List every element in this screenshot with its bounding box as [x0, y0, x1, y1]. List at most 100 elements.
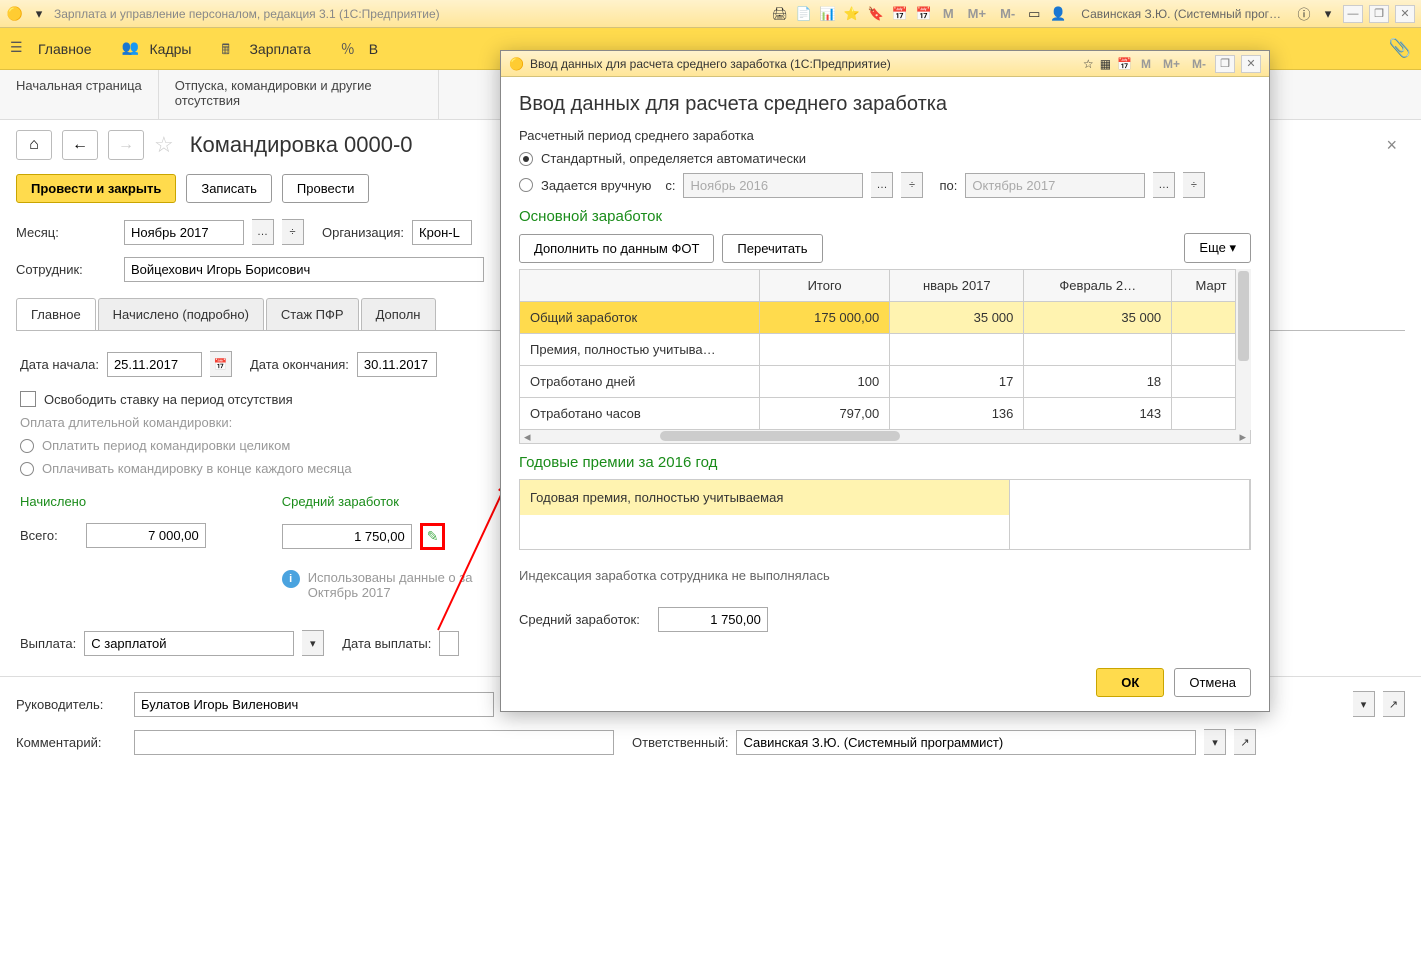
- dialog-memory-m-plus[interactable]: M+: [1163, 57, 1180, 71]
- dropdown-icon[interactable]: ▾: [30, 5, 48, 23]
- to-input[interactable]: [965, 173, 1145, 198]
- dialog-calendar-icon[interactable]: 📅: [1117, 57, 1132, 71]
- dialog-maximize-button[interactable]: ❐: [1215, 55, 1235, 73]
- panel-icon[interactable]: ▭: [1025, 5, 1043, 23]
- from-spinner[interactable]: ÷: [901, 172, 923, 198]
- tab-accrued[interactable]: Начислено (подробно): [98, 298, 264, 330]
- table-vertical-scrollbar[interactable]: [1235, 269, 1251, 430]
- tab-main[interactable]: Главное: [16, 298, 96, 330]
- close-button[interactable]: ✕: [1395, 5, 1415, 23]
- responsible-input[interactable]: [736, 730, 1196, 755]
- payout-dropdown[interactable]: ▾: [302, 630, 324, 656]
- dialog-close-button[interactable]: ✕: [1241, 55, 1261, 73]
- menu-staff[interactable]: 👥 Кадры: [122, 39, 192, 59]
- payout-input[interactable]: [84, 631, 294, 656]
- tab-pfr[interactable]: Стаж ПФР: [266, 298, 359, 330]
- dialog-avg-label: Средний заработок:: [519, 612, 640, 627]
- dialog-grid-icon[interactable]: ▦: [1100, 57, 1111, 71]
- dropdown2-icon[interactable]: ▾: [1319, 5, 1337, 23]
- dialog-memory-m[interactable]: M: [1141, 57, 1151, 71]
- fill-from-fot-button[interactable]: Дополнить по данным ФОТ: [519, 234, 714, 263]
- save-button[interactable]: Записать: [186, 174, 272, 203]
- from-picker[interactable]: …: [871, 172, 893, 198]
- manager-open-button[interactable]: ▾: [1353, 691, 1375, 717]
- favorite-icon[interactable]: ☆: [154, 132, 174, 158]
- maximize-button[interactable]: ❐: [1369, 5, 1389, 23]
- annual-bonus-value[interactable]: [1010, 480, 1250, 515]
- memory-m-plus[interactable]: M+: [968, 6, 986, 21]
- annual-bonus-table[interactable]: Годовая премия, полностью учитываемая: [519, 479, 1251, 550]
- month-input[interactable]: [124, 220, 244, 245]
- forward-button[interactable]: →: [108, 130, 144, 160]
- comment-input[interactable]: [134, 730, 614, 755]
- annual-bonus-label: Годовая премия, полностью учитываемая: [520, 480, 1010, 515]
- row-total-earnings[interactable]: Общий заработок 175 000,00 35 000 35 000: [520, 302, 1251, 334]
- cancel-button[interactable]: Отмена: [1174, 668, 1251, 697]
- tab-start-page[interactable]: Начальная страница: [0, 70, 159, 119]
- org-input[interactable]: [412, 220, 472, 245]
- start-date-picker[interactable]: 📅: [210, 351, 232, 377]
- pin-icon[interactable]: 📎: [1389, 38, 1411, 59]
- radio-period-auto[interactable]: [519, 152, 533, 166]
- doc-icon[interactable]: 📄: [795, 5, 813, 23]
- free-rate-checkbox[interactable]: [20, 391, 36, 407]
- recalc-button[interactable]: Перечитать: [722, 234, 822, 263]
- row-days-worked[interactable]: Отработано дней 100 17 18: [520, 366, 1251, 398]
- month-spinner[interactable]: ÷: [282, 219, 304, 245]
- dialog-app-icon: 🟡: [509, 57, 524, 71]
- pay-whole-radio[interactable]: [20, 439, 34, 453]
- end-date-input[interactable]: [357, 352, 437, 377]
- start-date-input[interactable]: [107, 352, 202, 377]
- employee-input[interactable]: [124, 257, 484, 282]
- row-hours-worked[interactable]: Отработано часов 797,00 136 143: [520, 398, 1251, 430]
- dialog-title: Ввод данных для расчета среднего заработ…: [519, 93, 1251, 116]
- from-input[interactable]: [683, 173, 863, 198]
- tab-additional[interactable]: Дополн: [361, 298, 436, 330]
- calendar2-icon[interactable]: 📅: [915, 5, 933, 23]
- to-picker[interactable]: …: [1153, 172, 1175, 198]
- pay-monthly-radio[interactable]: [20, 462, 34, 476]
- manager-input[interactable]: [134, 692, 494, 717]
- calc-icon[interactable]: 📊: [819, 5, 837, 23]
- percent-icon: ％: [341, 39, 361, 59]
- more-button[interactable]: Еще ▾: [1184, 233, 1251, 263]
- menu-salary[interactable]: 🖩 Зарплата: [221, 39, 310, 59]
- dialog-star-icon[interactable]: ☆: [1083, 57, 1094, 71]
- responsible-dropdown[interactable]: ▾: [1204, 729, 1226, 755]
- to-spinner[interactable]: ÷: [1183, 172, 1205, 198]
- menu-more[interactable]: ％ В: [341, 39, 378, 59]
- ok-button[interactable]: ОК: [1096, 668, 1164, 697]
- responsible-external-button[interactable]: ↗: [1234, 729, 1256, 755]
- info-line2: Октябрь 2017: [308, 585, 473, 600]
- calendar1-icon[interactable]: 📅: [891, 5, 909, 23]
- post-button[interactable]: Провести: [282, 174, 370, 203]
- tab-absences[interactable]: Отпуска, командировки и другие отсутстви…: [159, 70, 439, 119]
- total-input[interactable]: [86, 523, 206, 548]
- month-picker-button[interactable]: …: [252, 219, 274, 245]
- home-button[interactable]: ⌂: [16, 130, 52, 160]
- star-icon[interactable]: ⭐: [843, 5, 861, 23]
- radio-period-manual[interactable]: [519, 178, 533, 192]
- print-icon[interactable]: 🖨: [771, 5, 789, 23]
- avg-earnings-input[interactable]: [282, 524, 412, 549]
- dialog-avg-input[interactable]: [658, 607, 768, 632]
- row-bonus[interactable]: Премия, полностью учитыва…: [520, 334, 1251, 366]
- app-logo-icon: 🟡: [6, 5, 24, 23]
- manager-external-button[interactable]: ↗: [1383, 691, 1405, 717]
- dialog-memory-m-minus[interactable]: M-: [1192, 57, 1206, 71]
- minimize-button[interactable]: —: [1343, 5, 1363, 23]
- earnings-table[interactable]: Итого нварь 2017 Февраль 2… Март Общий з…: [519, 269, 1251, 430]
- table-horizontal-scrollbar[interactable]: ◂ ▸: [519, 430, 1251, 444]
- back-button[interactable]: ←: [62, 130, 98, 160]
- post-and-close-button[interactable]: Провести и закрыть: [16, 174, 176, 203]
- payout-date-input[interactable]: [439, 631, 459, 656]
- bookmark-icon[interactable]: 🔖: [867, 5, 885, 23]
- menu-main[interactable]: ☰ Главное: [10, 39, 92, 59]
- memory-m[interactable]: M: [943, 6, 954, 21]
- pencil-icon[interactable]: ✎: [427, 528, 439, 545]
- indexation-note: Индексация заработка сотрудника не выпол…: [519, 568, 1251, 583]
- info-icon[interactable]: ⓘ: [1295, 5, 1313, 23]
- memory-m-minus[interactable]: M-: [1000, 6, 1015, 21]
- close-document-button[interactable]: ×: [1378, 135, 1405, 156]
- comment-label: Комментарий:: [16, 735, 126, 750]
